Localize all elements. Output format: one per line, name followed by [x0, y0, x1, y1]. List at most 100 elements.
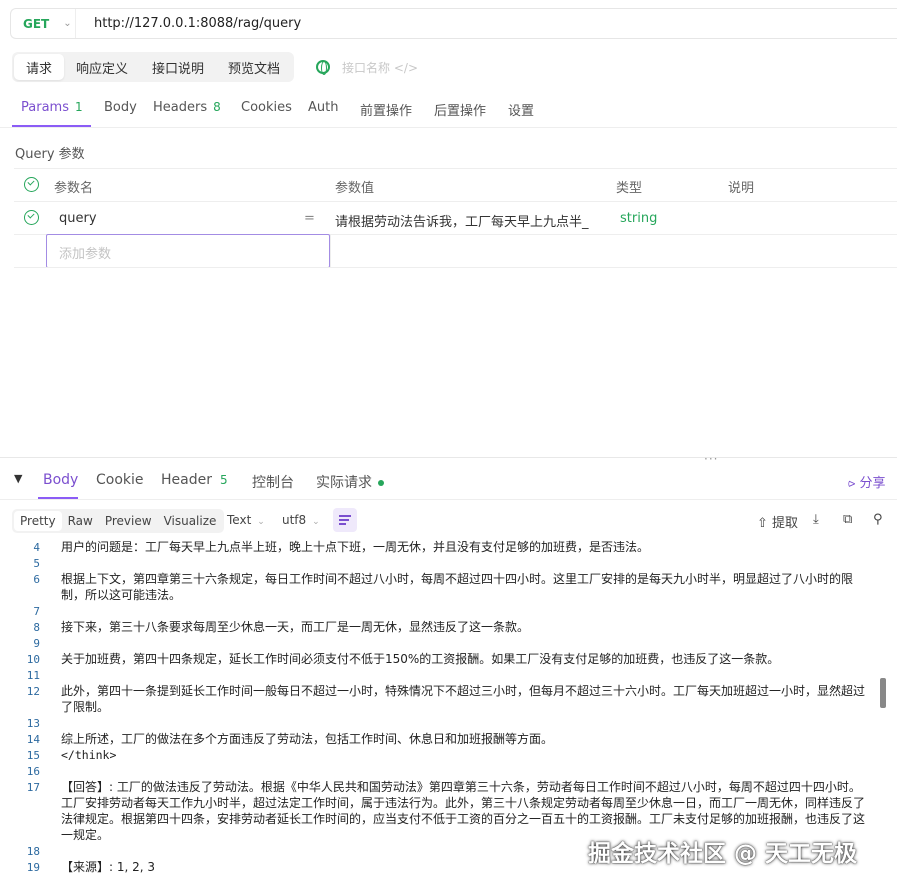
line-number: 17 — [26, 781, 40, 794]
line-number: 6 — [33, 573, 40, 586]
tab-label: 前置操作 — [360, 104, 413, 119]
param-enable-checkbox[interactable] — [24, 210, 39, 225]
table-divider — [14, 201, 897, 202]
download-icon[interactable]: ⤓ — [813, 512, 819, 527]
col-header-type: 类型 — [616, 181, 643, 196]
format-pretty[interactable]: Pretty — [14, 511, 62, 531]
add-param-input[interactable]: 添加参数 — [46, 234, 330, 268]
interface-name-placeholder: 接口名称 — [342, 61, 391, 75]
code-line: </think> — [61, 748, 117, 762]
tab-count: 5 — [219, 473, 228, 487]
resp-tab-header[interactable]: Header 5 — [161, 472, 228, 488]
copy-icon[interactable]: ⧉ — [843, 512, 852, 527]
code-line: 此外，第四十一条提到延长工作时间一般每日不超过一小时，特殊情况下不超过三小时，但… — [61, 684, 866, 714]
globe-icon[interactable] — [316, 60, 330, 75]
code-line: 接下来，第三十八条要求每周至少休息一天，而工厂是一周无休，显然违反了这一条款。 — [61, 620, 530, 634]
share-button[interactable]: ⪧ 分享 — [848, 472, 886, 491]
tab-settings[interactable]: 设置 — [508, 100, 534, 119]
chevron-down-icon: ⌄ — [63, 18, 72, 29]
param-name[interactable]: query — [59, 211, 97, 226]
watermark-text: 掘金技术社区 @ 天工无极 — [588, 841, 858, 867]
line-number: 4 — [33, 541, 40, 554]
resp-tab-console[interactable]: 控制台 — [252, 472, 294, 492]
encoding-select-value: utf8 — [282, 513, 307, 527]
line-number: 9 — [33, 637, 40, 650]
line-number: 19 — [26, 861, 40, 874]
tab-label: Headers — [153, 100, 208, 115]
table-divider — [14, 168, 897, 169]
extract-button[interactable]: ⇧ 提取 — [757, 512, 798, 531]
tab-label: 设置 — [508, 104, 535, 119]
query-section-title: Query 参数 — [15, 147, 85, 162]
method-select[interactable]: GET ⌄ — [11, 9, 76, 38]
tab-headers[interactable]: Headers 8 — [153, 100, 221, 115]
line-number: 11 — [26, 669, 40, 682]
resp-tab-body[interactable]: Body — [43, 472, 78, 488]
wrap-icon-line — [339, 519, 349, 521]
format-preview[interactable]: Preview — [99, 511, 158, 531]
tab-auth[interactable]: Auth — [308, 100, 338, 115]
extract-label: 提取 — [772, 516, 799, 531]
interface-name-input[interactable]: 接口名称 </> — [342, 59, 418, 76]
collapse-chevron-icon[interactable]: ▼ — [14, 472, 22, 485]
format-visualize[interactable]: Visualize — [158, 511, 223, 531]
tab-label: 实际请求 — [316, 475, 372, 491]
panel-splitter[interactable] — [0, 457, 897, 458]
param-value[interactable]: 请根据劳动法告诉我，工厂每天早上九点半_ — [335, 211, 589, 230]
line-number: 15 — [26, 749, 40, 762]
wrap-lines-button[interactable] — [333, 508, 357, 532]
url-bar: GET ⌄ http://127.0.0.1:8088/rag/query — [10, 8, 897, 39]
line-number: 5 — [33, 557, 40, 570]
tab-label: Body — [43, 472, 79, 488]
method-label: GET — [23, 16, 50, 31]
tab-params[interactable]: Params 1 — [21, 100, 83, 115]
search-icon[interactable]: ⚲ — [873, 512, 883, 527]
code-icon: </> — [393, 61, 418, 75]
tab-post-ops[interactable]: 后置操作 — [434, 100, 486, 119]
code-line: 用户的问题是：工厂每天早上九点半上班，晚上十点下班，一周无休，并且没有支付足够的… — [61, 540, 650, 554]
col-header-name: 参数名 — [54, 181, 94, 196]
col-header-desc: 说明 — [728, 181, 755, 196]
tab-api-description[interactable]: 接口说明 — [140, 54, 216, 80]
tab-cookies[interactable]: Cookies — [241, 100, 292, 115]
tab-label: Cookies — [241, 100, 292, 115]
tab-body[interactable]: Body — [104, 100, 137, 115]
param-equals: = — [304, 211, 315, 226]
wrap-icon-line — [339, 523, 346, 525]
line-number: 7 — [33, 605, 40, 618]
share-label: 分享 — [859, 476, 886, 491]
param-type[interactable]: string — [620, 211, 657, 226]
format-raw[interactable]: Raw — [62, 511, 99, 531]
tab-request[interactable]: 请求 — [14, 54, 65, 80]
line-number: 18 — [26, 845, 40, 858]
line-number: 10 — [26, 653, 40, 666]
table-divider — [330, 234, 331, 268]
tab-label: 控制台 — [252, 475, 294, 491]
tab-preview-doc[interactable]: 预览文档 — [216, 54, 292, 80]
tabs-divider — [0, 499, 897, 500]
tab-label: 后置操作 — [434, 104, 487, 119]
tab-response-definition[interactable]: 响应定义 — [64, 54, 140, 80]
tab-count: 8 — [213, 100, 221, 114]
select-all-checkbox[interactable] — [24, 177, 39, 192]
drag-handle-icon[interactable]: ··· — [704, 452, 718, 466]
line-number: 16 — [26, 765, 40, 778]
tab-label: Cookie — [96, 472, 144, 488]
line-number: 13 — [26, 717, 40, 730]
encoding-select[interactable]: utf8 ⌄ — [282, 513, 320, 527]
url-input[interactable]: http://127.0.0.1:8088/rag/query — [76, 16, 301, 31]
resp-tab-cookie[interactable]: Cookie — [96, 472, 144, 488]
tab-pre-ops[interactable]: 前置操作 — [360, 100, 412, 119]
format-select[interactable]: Text ⌄ — [227, 513, 265, 527]
active-tab-indicator — [12, 125, 91, 127]
format-toggle-group: Pretty Raw Preview Visualize — [12, 509, 225, 533]
code-line: 关于加班费，第四十四条规定，延长工作时间必须支付不低于150%的工资报酬。如果工… — [61, 652, 780, 666]
chevron-down-icon: ⌄ — [257, 517, 265, 527]
resp-tab-actual-request[interactable]: 实际请求 — [316, 472, 384, 492]
scrollbar-thumb[interactable] — [880, 678, 886, 708]
tab-label: Header — [161, 472, 212, 488]
extract-icon: ⇧ — [757, 516, 768, 531]
doc-tabs: 请求 响应定义 接口说明 预览文档 — [12, 52, 295, 82]
line-number: 14 — [26, 733, 40, 746]
line-number: 8 — [33, 621, 40, 634]
